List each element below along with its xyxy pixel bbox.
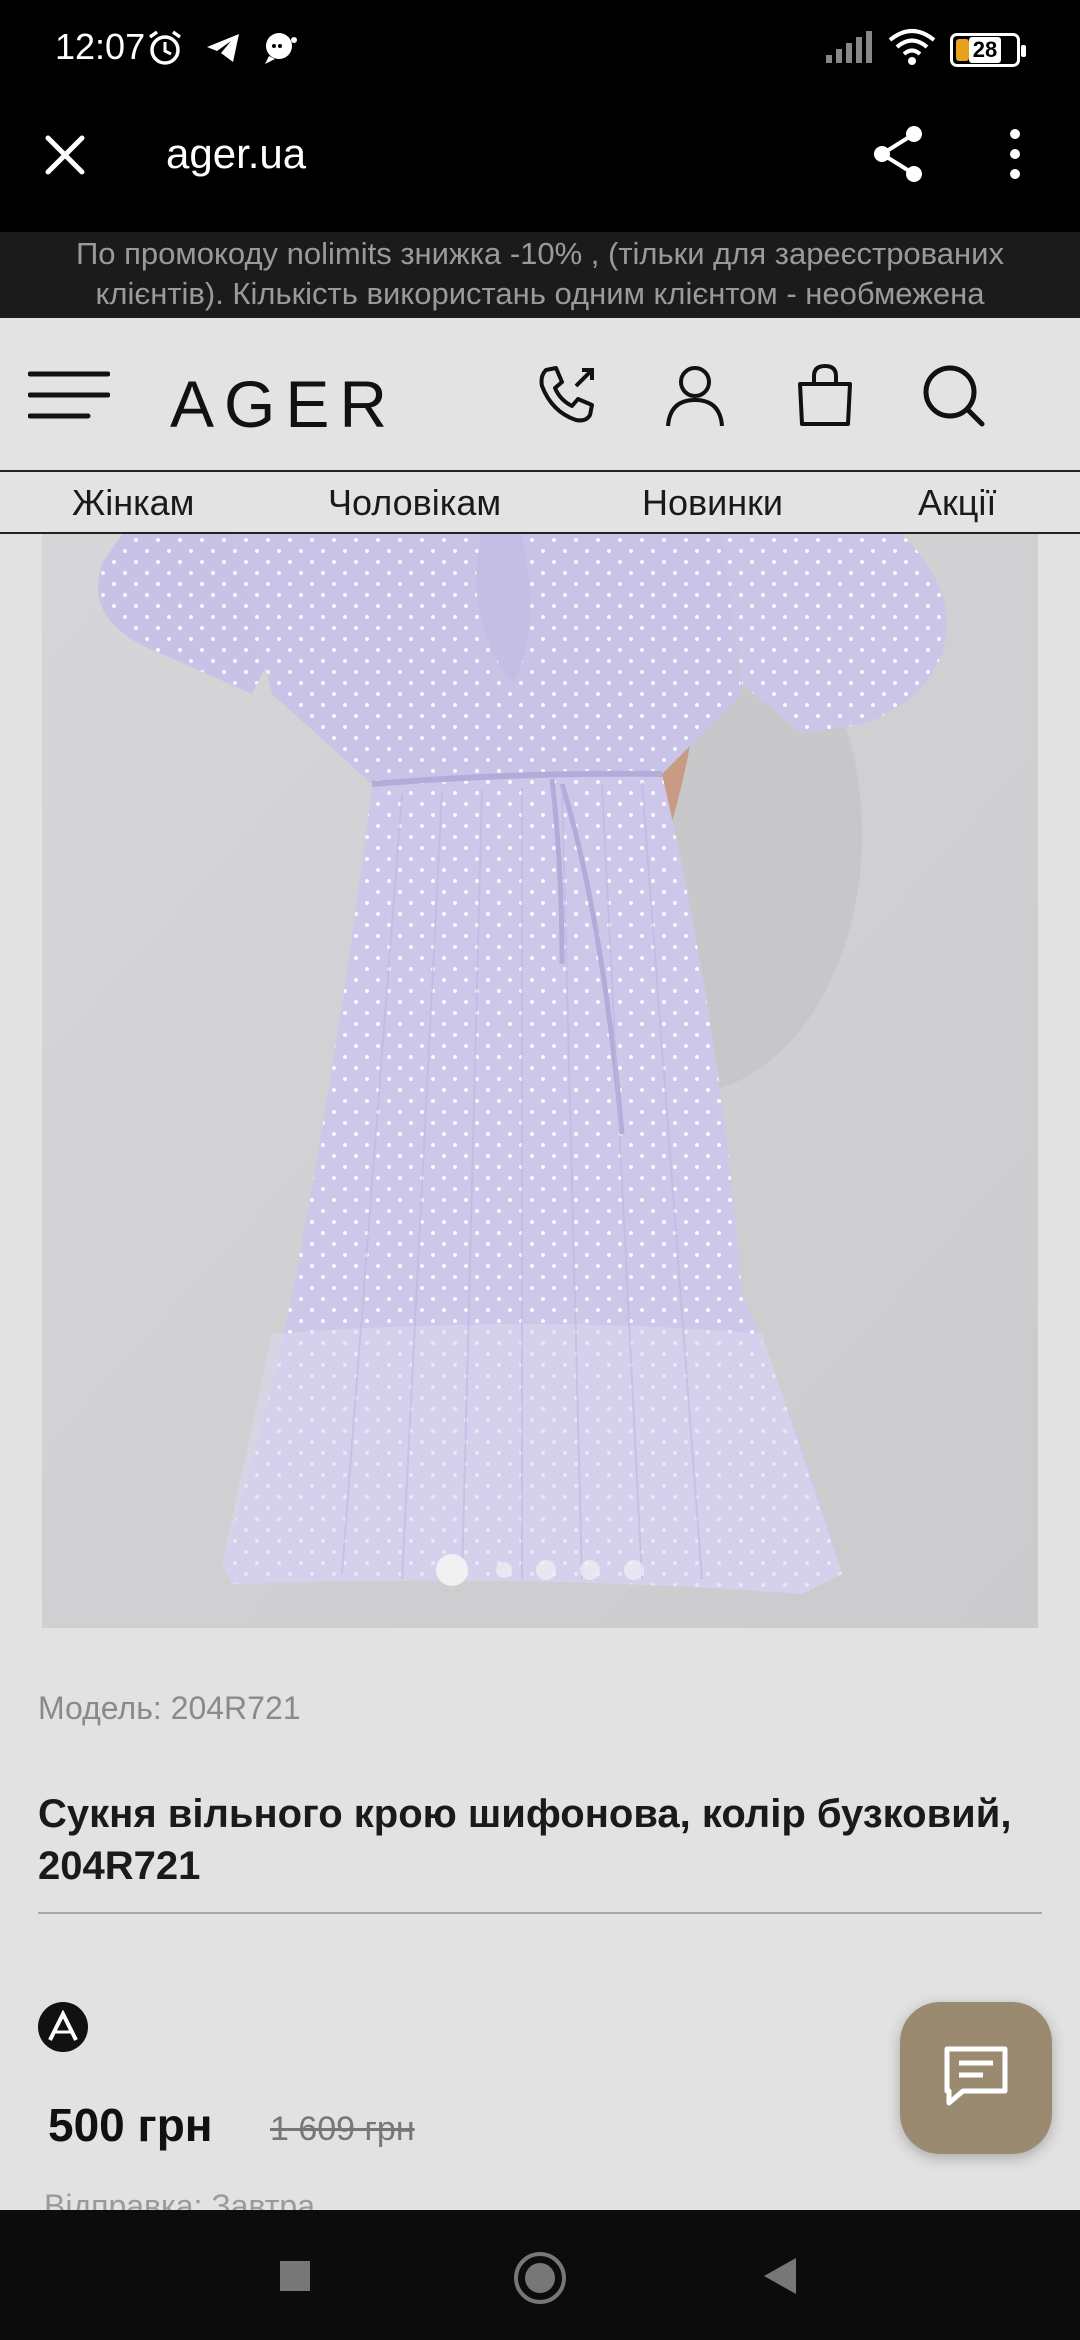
status-time: 12:07 [55, 26, 146, 67]
system-nav-bar [0, 2210, 1080, 2340]
battery-icon: 28 [950, 32, 1026, 67]
search-icon[interactable] [918, 360, 988, 430]
telegram-icon [203, 28, 243, 73]
nav-item-women[interactable]: Жінкам [72, 482, 194, 524]
brand-badge-icon [38, 2002, 88, 2052]
recents-button[interactable] [278, 2259, 312, 2298]
back-button[interactable] [760, 2256, 800, 2301]
nav-item-new[interactable]: Новинки [642, 482, 783, 524]
gallery-dot[interactable] [580, 1560, 600, 1580]
signal-icon [824, 29, 874, 70]
chat-icon [941, 2041, 1011, 2116]
product-price: 500 грн [48, 2099, 213, 2151]
alarm-icon [145, 28, 185, 73]
gallery-dot[interactable] [624, 1560, 644, 1580]
chat-bubble-icon [261, 28, 301, 73]
wifi-icon [888, 28, 936, 71]
category-nav: Жінкам Чоловікам Новинки Акції [0, 470, 1080, 534]
home-button[interactable] [512, 2250, 568, 2311]
nav-item-sale[interactable]: Акції [918, 482, 996, 524]
gallery-dot-active[interactable] [436, 1554, 468, 1586]
share-icon[interactable] [870, 124, 926, 184]
site-logo[interactable]: AGER [170, 366, 397, 442]
promo-line-1: По промокоду nolimits знижка -10% , (тіл… [76, 236, 1004, 271]
phone-icon[interactable] [532, 360, 602, 430]
product-title: Сукня вільного крою шифонова, колір бузк… [38, 1792, 1012, 1888]
promo-line-2: клієнтів). Кількість використань одним к… [95, 276, 985, 311]
browser-toolbar: ager.ua [0, 100, 1080, 232]
more-vertical-icon[interactable] [1000, 126, 1030, 182]
status-bar: 12:07 28 [0, 0, 1080, 100]
account-icon[interactable] [660, 360, 730, 430]
site-header: AGER [0, 318, 1080, 470]
menu-icon[interactable] [27, 370, 111, 420]
nav-item-men[interactable]: Чоловікам [328, 482, 501, 524]
chat-button[interactable] [900, 2002, 1052, 2154]
url-text[interactable]: ager.ua [166, 130, 306, 178]
gallery-dot[interactable] [496, 1562, 512, 1578]
close-icon[interactable] [40, 130, 90, 180]
divider [38, 1912, 1042, 1914]
product-model: Модель: 204R721 [38, 1690, 301, 1726]
product-image[interactable] [42, 534, 1038, 1628]
gallery-indicator [0, 1554, 1080, 1594]
bag-icon[interactable] [790, 360, 860, 430]
promo-banner: По промокоду nolimits знижка -10% , (тіл… [0, 232, 1080, 318]
product-old-price: 1 609 грн [270, 2110, 415, 2148]
battery-level: 28 [968, 36, 1002, 63]
gallery-dot[interactable] [536, 1560, 556, 1580]
